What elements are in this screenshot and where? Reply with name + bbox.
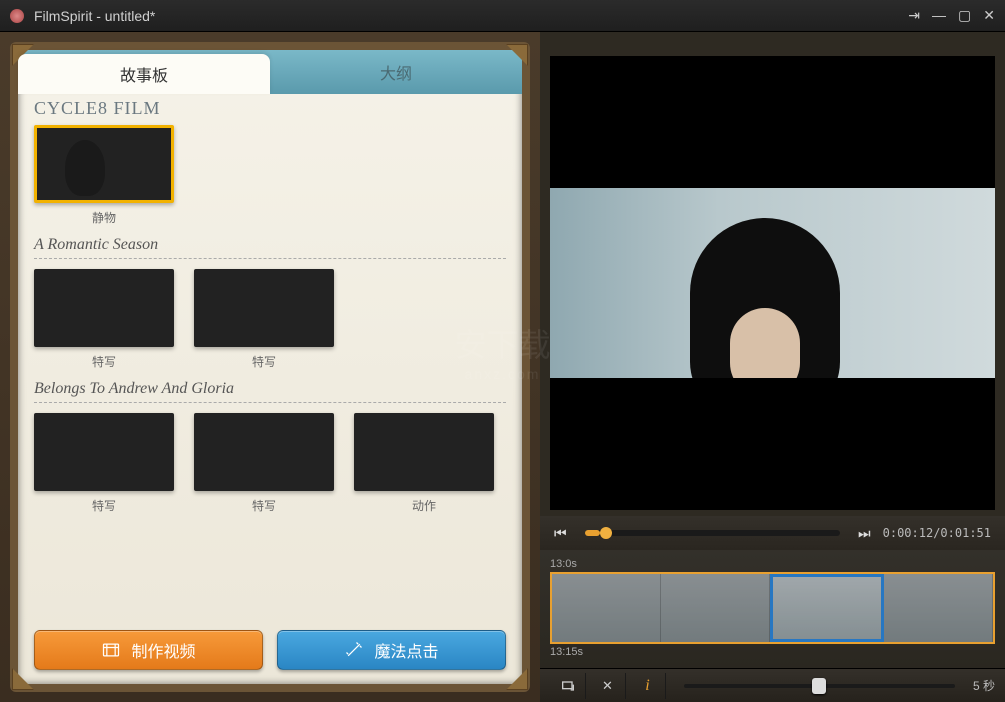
video-preview[interactable] <box>550 188 995 377</box>
dock-icon[interactable]: ⇥ <box>908 7 920 24</box>
timeline-frame-selected[interactable] <box>770 574 884 642</box>
info-button[interactable]: i <box>630 673 666 699</box>
time-display: 0:00:12/0:01:51 <box>883 526 991 540</box>
seek-fill <box>585 530 600 536</box>
right-panel: ⏮ ⏭ 0:00:12/0:01:51 13:0s 13:15s ✕ i <box>540 32 1005 702</box>
bottom-toolbar: ✕ i 5 秒 <box>540 668 1005 702</box>
clip-thumb[interactable]: 动作 <box>354 413 494 514</box>
app-icon <box>10 9 24 23</box>
tab-outline[interactable]: 大纲 <box>270 50 522 94</box>
clip-caption: 动作 <box>412 497 436 514</box>
maximize-icon[interactable]: ▢ <box>958 7 971 24</box>
clip-image <box>34 269 174 347</box>
storyboard-scroll[interactable]: CYCLE8 FILM 静物 A Romantic Season 特写 <box>18 94 522 620</box>
action-buttons: 制作视频 魔法点击 <box>18 620 522 684</box>
speed-label: 5 秒 <box>973 677 995 694</box>
clip-caption: 特写 <box>252 497 276 514</box>
window-controls: ⇥ — ▢ ✕ <box>908 7 995 24</box>
titlebar: FilmSpirit - untitled* ⇥ — ▢ ✕ <box>0 0 1005 32</box>
thumb-row: 静物 <box>34 125 506 226</box>
brand-label: CYCLE8 FILM <box>34 98 506 119</box>
left-panel: 故事板 大纲 CYCLE8 FILM 静物 A Romantic Season … <box>0 32 540 702</box>
next-frame-button[interactable]: ⏭ <box>858 525 871 542</box>
thumb-row: 特写 特写 动作 <box>34 413 506 514</box>
thumb-row: 特写 特写 <box>34 269 506 370</box>
clip-thumb[interactable]: 特写 <box>34 269 174 370</box>
clip-thumb[interactable]: 静物 <box>34 125 174 226</box>
make-video-button[interactable]: 制作视频 <box>34 630 263 670</box>
crop-button[interactable] <box>550 673 586 699</box>
clip-caption: 特写 <box>252 353 276 370</box>
film-icon <box>101 640 121 660</box>
main: 故事板 大纲 CYCLE8 FILM 静物 A Romantic Season … <box>0 32 1005 702</box>
section-title: A Romantic Season <box>34 236 506 259</box>
seek-knob[interactable] <box>600 527 612 539</box>
window-title: FilmSpirit - untitled* <box>34 8 155 24</box>
magic-click-button[interactable]: 魔法点击 <box>277 630 506 670</box>
close-icon[interactable]: ✕ <box>983 7 995 24</box>
clip-thumb[interactable]: 特写 <box>34 413 174 514</box>
tab-storyboard[interactable]: 故事板 <box>18 54 270 94</box>
timeline-label-top: 13:0s <box>550 558 995 570</box>
storyboard-board: 故事板 大纲 CYCLE8 FILM 静物 A Romantic Season … <box>10 42 530 692</box>
clip-caption: 静物 <box>92 209 116 226</box>
preview-area <box>550 56 995 510</box>
filmstrip[interactable] <box>550 572 995 644</box>
timeline-frame[interactable] <box>661 574 770 642</box>
clip-thumb[interactable]: 特写 <box>194 269 334 370</box>
timeline-frame[interactable] <box>552 574 661 642</box>
tab-bar: 故事板 大纲 <box>18 50 522 94</box>
clip-caption: 特写 <box>92 497 116 514</box>
timeline-frame[interactable] <box>884 574 993 642</box>
timeline-label-bottom: 13:15s <box>550 646 995 658</box>
magic-click-label: 魔法点击 <box>374 638 438 662</box>
crop-icon <box>560 678 576 694</box>
clip-thumb[interactable]: 特写 <box>194 413 334 514</box>
minimize-icon[interactable]: — <box>932 7 946 24</box>
clip-image <box>34 125 174 203</box>
delete-button[interactable]: ✕ <box>590 673 626 699</box>
speed-slider[interactable] <box>684 684 955 688</box>
clip-image <box>354 413 494 491</box>
prev-frame-button[interactable]: ⏮ <box>554 525 567 542</box>
clip-caption: 特写 <box>92 353 116 370</box>
clip-image <box>194 269 334 347</box>
clip-image <box>34 413 174 491</box>
player-controls: ⏮ ⏭ 0:00:12/0:01:51 <box>540 516 1005 550</box>
timeline: 13:0s 13:15s <box>540 550 1005 668</box>
wand-icon <box>344 640 364 660</box>
seek-slider[interactable] <box>585 530 840 536</box>
speed-knob[interactable] <box>812 678 826 694</box>
section-title: Belongs To Andrew And Gloria <box>34 380 506 403</box>
clip-image <box>194 413 334 491</box>
make-video-label: 制作视频 <box>131 638 195 662</box>
